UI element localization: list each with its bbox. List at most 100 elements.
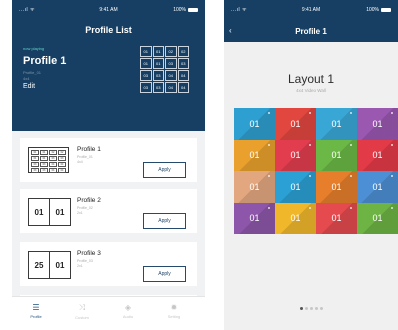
now-playing-header: ...ıl ᯤ 9:41 AM 100% Profile List now pl… [12, 0, 205, 131]
layout-cell: 02 [165, 46, 177, 57]
profile-id: Profile_02 [77, 206, 93, 210]
tile-label: 01 [249, 213, 260, 224]
video-wall-grid: 01 01 01 01 01 01 01 01 01 01 01 01 01 01 01 01 [234, 108, 398, 234]
tab-custom[interactable]: ⤨ Custom [66, 303, 98, 320]
tile-label: 01 [290, 181, 301, 192]
tile-label: 01 [249, 181, 260, 192]
video-wall-tile[interactable]: 01 [275, 202, 316, 234]
layout-cell: 03 [152, 82, 164, 93]
tile-label: 01 [249, 150, 260, 161]
layout-cell: 04 [177, 82, 189, 93]
status-bar: ...ıl ᯤ 9:41 AM 100% [224, 0, 398, 18]
thumbnail-cell: 01 [34, 207, 44, 217]
apply-button[interactable]: Apply [143, 213, 186, 229]
video-wall-tile[interactable]: 01 [316, 139, 357, 171]
tile-label: 01 [249, 118, 260, 129]
thumbnail-cell: 01 [31, 156, 39, 161]
thumbnail-cell: 03 [31, 162, 39, 167]
profile-card[interactable]: 01 01 02 02 01 01 03 03 03 03 04 04 03 03 04 04 Profile … [20, 138, 197, 182]
layout-cell: 03 [177, 58, 189, 69]
now-playing-label: now playing [23, 46, 45, 51]
video-wall-tile[interactable]: 01 [357, 202, 398, 234]
layout-cell: 04 [165, 82, 177, 93]
layout-cell: 04 [177, 70, 189, 81]
video-wall-tile[interactable]: 01 [234, 202, 275, 234]
page-dot[interactable] [319, 307, 323, 310]
video-wall-tile[interactable]: 01 [316, 202, 357, 234]
apply-button[interactable]: Apply [143, 162, 186, 178]
thumbnail-cell: 03 [49, 156, 57, 161]
layout-cell: 01 [140, 46, 152, 57]
list-icon: ☰ [32, 303, 40, 312]
layout-cell: 01 [140, 58, 152, 69]
profile-card[interactable]: 01 01 Profile 2 Profile_02 2x1 Apply [20, 189, 197, 233]
current-profile-dims: 4x4 [23, 76, 30, 81]
video-wall-tile[interactable]: 01 [234, 171, 275, 203]
tile-label: 01 [331, 118, 342, 129]
tile-label: 01 [290, 150, 301, 161]
tile-label: 01 [331, 150, 342, 161]
tab-profile[interactable]: ☰ Profile [20, 303, 52, 319]
tile-label: 01 [331, 181, 342, 192]
tile-label: 01 [372, 181, 383, 192]
profile-card[interactable]: 25 01 Profile 3 Profile_03 2x1 Apply [20, 242, 197, 286]
tab-setting[interactable]: ✹ Setting [158, 303, 190, 319]
video-wall-tile[interactable]: 01 [357, 171, 398, 203]
video-wall-tile[interactable]: 01 [275, 139, 316, 171]
profile-name: Profile 2 [77, 197, 101, 204]
gear-icon: ✹ [170, 303, 178, 312]
page-title: Profile List [85, 25, 132, 35]
profile-dims: 4x4 [77, 160, 83, 164]
battery-indicator: 100% [173, 7, 198, 13]
tile-label: 01 [372, 118, 383, 129]
layout-subtitle: 4x4 Video Wall [296, 88, 326, 93]
page-dot[interactable] [309, 307, 313, 310]
tab-bar: ☰ Profile ⤨ Custom ◈ Audio ✹ Setting [12, 296, 205, 330]
profile-id: Profile_01 [77, 155, 93, 159]
layout-cell: 03 [152, 70, 164, 81]
tab-label: Setting [167, 314, 181, 319]
apply-button[interactable]: Apply [143, 266, 186, 282]
layout-title: Layout 1 [287, 72, 335, 86]
video-wall-tile[interactable]: 01 [275, 108, 316, 140]
layout-cell: 01 [152, 58, 164, 69]
layout-cell: 04 [165, 70, 177, 81]
profile-thumbnail: 25 01 [28, 251, 71, 279]
page-indicator[interactable] [224, 297, 398, 315]
video-wall-tile[interactable]: 01 [275, 171, 316, 203]
audio-icon: ◈ [124, 303, 132, 312]
battery-icon [381, 7, 391, 12]
video-wall-tile[interactable]: 01 [234, 108, 275, 140]
video-wall-tile[interactable]: 01 [316, 171, 357, 203]
video-wall-tile[interactable]: 01 [357, 139, 398, 171]
profile-dims: 2x1 [77, 211, 83, 215]
page-dot[interactable] [299, 307, 303, 310]
thumbnail-cell: 03 [31, 168, 39, 173]
thumbnail-cell: 01 [49, 199, 70, 225]
tile-label: 01 [331, 213, 342, 224]
thumbnail-cell: 03 [40, 162, 48, 167]
video-wall-tile[interactable]: 01 [316, 108, 357, 140]
video-wall-tile[interactable]: 01 [234, 139, 275, 171]
edit-button[interactable]: Edit [23, 83, 35, 90]
thumbnail-cell: 04 [58, 162, 66, 167]
page-dot[interactable] [314, 307, 318, 310]
tab-audio[interactable]: ◈ Audio [112, 303, 144, 319]
current-profile-name: Profile 1 [23, 55, 67, 67]
layout-cell: 03 [140, 82, 152, 93]
current-profile-id: Profile_01 [23, 70, 42, 75]
tile-label: 01 [290, 118, 301, 129]
thumbnail-cell: 04 [49, 162, 57, 167]
thumbnail-cell: 25 [34, 260, 44, 270]
tab-label: Profile [30, 314, 42, 319]
nav-title: Profile 1 [295, 27, 327, 36]
tab-label: Audio [122, 314, 134, 319]
video-wall-tile[interactable]: 01 [357, 108, 398, 140]
page-dot[interactable] [304, 307, 308, 310]
layout-cell: 01 [152, 46, 164, 57]
profile-name: Profile 1 [77, 146, 101, 153]
battery-percent: 100% [173, 7, 186, 13]
tile-label: 01 [372, 150, 383, 161]
layout-cell: 03 [140, 70, 152, 81]
thumbnail-cell: 01 [40, 156, 48, 161]
